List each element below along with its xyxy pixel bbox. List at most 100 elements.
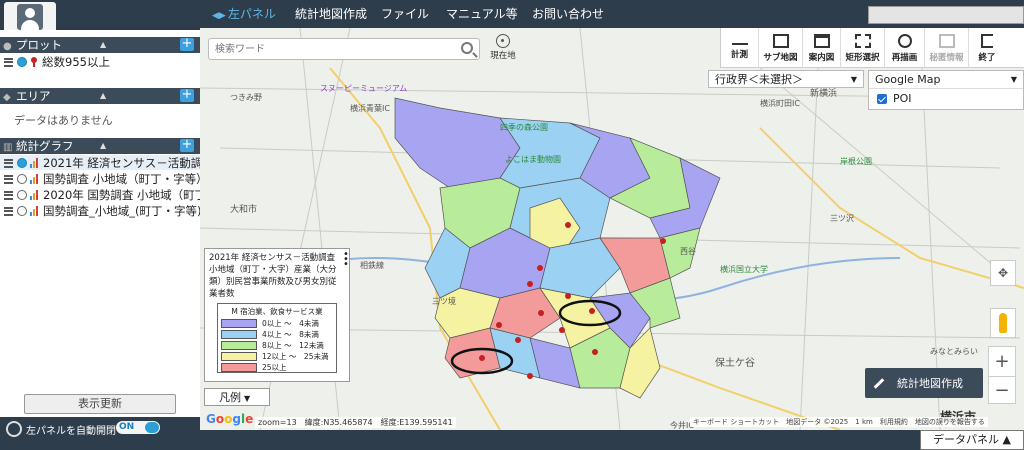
- menu-manual[interactable]: マニュアル等: [446, 5, 518, 22]
- map-label: 保土ケ谷: [715, 358, 755, 369]
- street-view-pegman[interactable]: [990, 308, 1016, 338]
- update-display-button[interactable]: 表示更新: [24, 394, 176, 414]
- graph-item[interactable]: 2020年 国勢調査 小地域（町丁: [4, 188, 206, 202]
- choropleth-regions: [394, 97, 721, 399]
- add-area-button[interactable]: +: [180, 88, 194, 102]
- info-grid-icon: [938, 33, 955, 48]
- chart-icon: [30, 174, 39, 184]
- legend-swatch: [221, 341, 257, 350]
- legend-swatch: [221, 319, 257, 328]
- legend-title: 2021年 経済センサス－活動調査 小地域（町丁・大字）産業（大分類）別民営事業…: [209, 253, 337, 299]
- location-pin-icon: ●: [3, 41, 12, 52]
- data-panel-toggle[interactable]: データパネル ▲: [920, 430, 1024, 450]
- create-stat-map-button[interactable]: 統計地図作成: [865, 368, 983, 398]
- admin-boundary-select[interactable]: 行政界＜未選択＞ ▼: [708, 70, 864, 88]
- refresh-icon: [6, 421, 22, 437]
- radio-icon[interactable]: [17, 206, 27, 216]
- map-label: よこはま動物園: [505, 155, 561, 164]
- exit-icon: [981, 33, 993, 48]
- map-canvas[interactable]: つきみ野 スヌーピーミュージアム 横浜青葉IC 四季の森公園 よこはま動物園 大…: [200, 28, 1024, 430]
- add-plot-button[interactable]: +: [180, 37, 194, 51]
- zoom-in-button[interactable]: +: [988, 346, 1016, 376]
- menu-left-panel[interactable]: ◀▶ 左パネル: [212, 5, 276, 22]
- list-icon[interactable]: [4, 158, 13, 168]
- base-map-select[interactable]: Google Map ▼: [869, 71, 1023, 89]
- legend-swatch: [221, 352, 257, 361]
- list-icon[interactable]: [4, 206, 13, 216]
- chart-icon: [30, 158, 39, 168]
- map-label: 横浜国立大学: [720, 265, 768, 274]
- pan-control-icon[interactable]: ✥: [990, 260, 1016, 286]
- chart-icon: [30, 190, 39, 200]
- ruler-icon: [731, 37, 748, 45]
- map-label: スヌーピーミュージアム: [320, 84, 408, 93]
- plot-section-header: ● プロット ▲ +: [0, 37, 200, 53]
- legend-row: 12以上 ～ 25未満: [221, 351, 333, 362]
- graph-item[interactable]: 国勢調査 小地域（町丁・字等）: [4, 172, 208, 186]
- graph-item[interactable]: 2021年 経済センサス－活動調査: [4, 156, 214, 170]
- measure-button[interactable]: 計測: [721, 28, 759, 68]
- guide-map-button[interactable]: 案内図: [803, 28, 841, 68]
- map-label: 横浜青葉IC: [350, 104, 390, 113]
- user-icon: [17, 4, 43, 30]
- legend-panel: 2021年 経済センサス－活動調査 小地域（町丁・大字）産業（大分類）別民営事業…: [204, 248, 350, 382]
- map-label: 相鉄線: [360, 261, 384, 270]
- collapse-arrow-icon[interactable]: ▲: [100, 37, 106, 53]
- legend-swatch: [221, 363, 257, 372]
- radio-icon[interactable]: [17, 190, 27, 200]
- graph-item[interactable]: 国勢調査_小地域_(町丁・字等): [4, 204, 201, 218]
- map-label: 西谷: [680, 247, 696, 256]
- map-label: みなとみらい: [930, 347, 978, 356]
- menu-stat-map[interactable]: 統計地図作成: [295, 5, 367, 22]
- dropdown-arrow-icon: ▼: [244, 394, 251, 403]
- legend-toggle-button[interactable]: 凡例 ▼: [204, 388, 270, 406]
- map-search-box: [208, 38, 480, 60]
- collapse-arrow-icon[interactable]: ▲: [100, 138, 106, 154]
- confidential-info-button[interactable]: 秘匿情報: [925, 28, 969, 68]
- menu-contact[interactable]: お問い合わせ: [532, 5, 604, 22]
- area-section-header: ◆ エリア ▲ +: [0, 88, 200, 104]
- zoom-out-button[interactable]: −: [988, 376, 1016, 404]
- current-location-button[interactable]: 現在地: [488, 34, 518, 61]
- map-label: つきみ野: [230, 93, 262, 102]
- radio-icon[interactable]: [17, 57, 27, 67]
- pegman-icon: [999, 313, 1007, 333]
- auto-panel-toggle-bar: 左パネルを自動開閉 ON: [0, 417, 200, 450]
- auto-panel-toggle[interactable]: ON: [116, 421, 160, 434]
- more-options-icon[interactable]: • • •: [343, 250, 349, 270]
- list-icon[interactable]: [4, 174, 13, 184]
- menu-file[interactable]: ファイル: [381, 5, 429, 22]
- dropdown-arrow-icon: ▼: [850, 75, 857, 84]
- radio-icon[interactable]: [17, 158, 27, 168]
- poi-checkbox[interactable]: [877, 94, 887, 104]
- map-label: 大和市: [230, 205, 258, 215]
- list-icon[interactable]: [4, 57, 13, 67]
- left-panel: ● プロット ▲ + 総数955以上 ◆ エリア ▲ + データはありません ▥…: [0, 30, 214, 450]
- list-icon[interactable]: [4, 190, 13, 200]
- search-icon[interactable]: [461, 42, 473, 54]
- map-label: 横浜町田IC: [760, 99, 800, 108]
- legend-subtitle: M 宿泊業、飲食サービス業: [231, 307, 323, 316]
- radio-icon[interactable]: [17, 174, 27, 184]
- map-icon: [772, 33, 789, 48]
- legend-row: 4以上 ～ 8未満: [221, 329, 333, 340]
- search-input[interactable]: [209, 39, 449, 59]
- refresh-icon: [897, 33, 912, 48]
- legend-row: 0以上 ～ 4未満: [221, 318, 333, 329]
- sub-map-button[interactable]: サブ地図: [759, 28, 803, 68]
- bottom-bar: [200, 430, 1024, 450]
- plot-item[interactable]: 総数955以上: [4, 55, 110, 69]
- exit-button[interactable]: 終了: [969, 28, 1005, 68]
- redraw-button[interactable]: 再描画: [885, 28, 925, 68]
- dropdown-arrow-icon: ▼: [1010, 75, 1017, 84]
- collapse-arrow-icon[interactable]: ▲: [100, 88, 106, 104]
- legend-row: 8以上 ～ 12未満: [221, 340, 333, 351]
- legend-row: 25以上: [221, 362, 333, 373]
- select-rect-icon: [854, 33, 871, 48]
- google-logo: Google: [206, 412, 254, 426]
- add-graph-button[interactable]: +: [180, 138, 194, 152]
- rect-select-button[interactable]: 矩形選択: [841, 28, 885, 68]
- poi-toggle[interactable]: POI: [869, 89, 1023, 109]
- user-avatar[interactable]: [4, 2, 56, 32]
- top-right-field[interactable]: [868, 6, 1024, 24]
